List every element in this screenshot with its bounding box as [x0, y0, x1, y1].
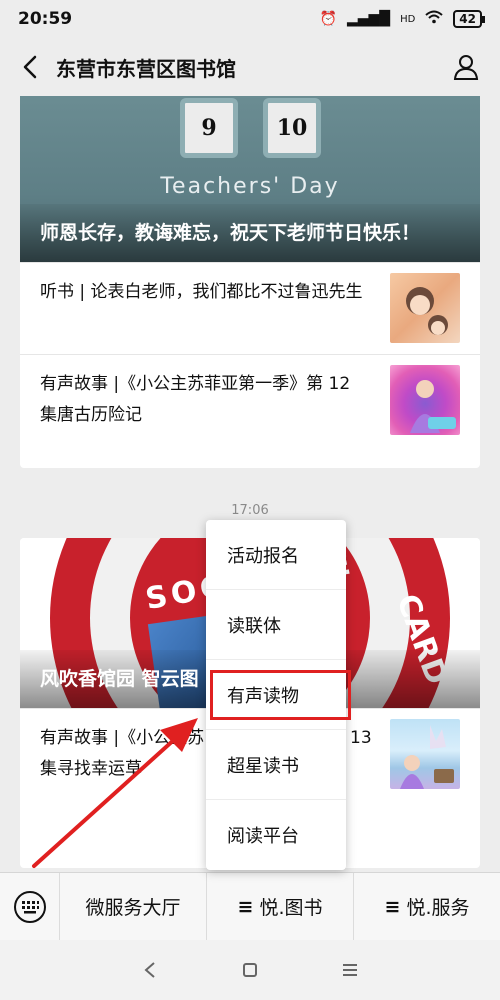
bottom-menu-bar: 微服务大厅 ≡ 悦.图书 ≡ 悦.服务: [0, 872, 500, 941]
cover-subtitle: Teachers' Day: [160, 174, 340, 199]
network-label: HD: [400, 13, 416, 25]
status-time: 20:59: [18, 9, 73, 29]
article-thumbnail: [390, 365, 460, 435]
cover-caption: 师恩长存，教诲难忘，祝天下老师节日快乐！: [20, 204, 480, 262]
message-timestamp: 17:06: [231, 503, 269, 518]
date-left: 9: [180, 98, 238, 158]
back-button[interactable]: [16, 49, 44, 85]
bottom-menu-label: 悦.服务: [406, 897, 470, 919]
status-bar: 20:59 ⏰ ▂▄▆█ HD 42: [0, 0, 500, 38]
menu-lines-icon: ≡: [384, 895, 401, 918]
system-back-button[interactable]: [130, 950, 170, 990]
article-title: 听书 | 论表白老师，我们都比不过鲁迅先生: [40, 282, 363, 302]
bottom-menu-service-hall[interactable]: 微服务大厅: [60, 873, 206, 941]
article-title: 有声故事 |《小公主苏菲亚第一季》第 12 集唐古历险记: [40, 374, 351, 425]
article-thumbnail: [390, 719, 460, 789]
home-square-icon: [243, 963, 257, 977]
bottom-menu-label: 悦.图书: [259, 897, 323, 919]
system-nav-bar: [0, 940, 500, 1000]
wifi-icon: [425, 10, 443, 28]
system-recents-button[interactable]: [330, 950, 370, 990]
date-right: 10: [263, 98, 321, 158]
article-title-line2: 集寻找幸运草: [40, 759, 142, 779]
article-title: 有声故事 |《小公主苏: [40, 728, 205, 748]
article-title-suffix: 13: [350, 728, 372, 748]
menu-lines-icon: ≡: [237, 895, 254, 918]
menu-item-audio-books[interactable]: 有声读物: [206, 660, 346, 730]
person-icon: [453, 55, 479, 80]
bottom-menu-services[interactable]: ≡ 悦.服务: [353, 872, 500, 941]
bottom-menu-label: 微服务大厅: [85, 897, 181, 919]
submenu-popup: 活动报名 读联体 有声读物 超星读书 阅读平台: [206, 520, 346, 870]
keyboard-icon: [13, 890, 46, 923]
menu-item-activity-signup[interactable]: 活动报名: [206, 520, 346, 590]
menu-item-chaoxing-reading[interactable]: 超星读书: [206, 730, 346, 800]
page-title: 东营市东营区图书馆: [56, 56, 236, 81]
battery-icon: 42: [453, 10, 485, 28]
status-icons: ⏰ ▂▄▆█ HD 42: [319, 10, 485, 28]
article-card[interactable]: 9 10 Teachers' Day 师恩长存，教诲难忘，祝天下老师节日快乐！ …: [20, 96, 480, 468]
back-triangle-icon: [144, 962, 155, 978]
list-item[interactable]: 有声故事 |《小公主苏菲亚第一季》第 12 集唐古历险记: [20, 354, 480, 446]
nav-bar: 东营市东营区图书馆: [0, 38, 500, 96]
article-thumbnail: [390, 273, 460, 343]
signal-icon: ▂▄▆█: [346, 11, 391, 27]
list-item[interactable]: 听书 | 论表白老师，我们都比不过鲁迅先生: [20, 262, 480, 354]
chevron-left-icon: [23, 55, 37, 79]
article-cover[interactable]: 9 10 Teachers' Day 师恩长存，教诲难忘，祝天下老师节日快乐！: [20, 96, 480, 262]
menu-item-reading-platform[interactable]: 阅读平台: [206, 800, 346, 870]
menu-lines-icon: [343, 964, 357, 976]
profile-button[interactable]: [448, 49, 484, 85]
bottom-menu-books[interactable]: ≡ 悦.图书: [206, 872, 353, 941]
alarm-icon: ⏰: [319, 11, 337, 27]
menu-item-reading-union[interactable]: 读联体: [206, 590, 346, 660]
system-home-button[interactable]: [230, 950, 270, 990]
keyboard-toggle-button[interactable]: [0, 872, 60, 941]
